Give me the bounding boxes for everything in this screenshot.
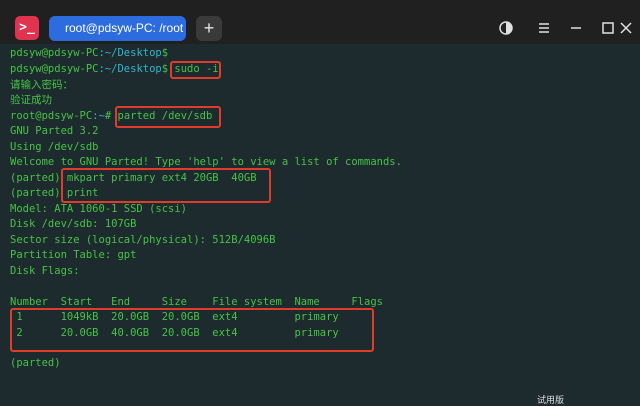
prompt-path: :~ (92, 110, 105, 122)
highlight-box-parted (115, 106, 221, 128)
prompt-suffix: $ (161, 47, 169, 59)
prompt-user: pdsyw@pdsyw-PC (10, 47, 99, 59)
terminal-line: Sector size (logical/physical): 512B/409… (10, 234, 276, 246)
terminal-line: (parted) (10, 357, 61, 369)
prompt-user: root@pdsyw-PC (10, 110, 93, 122)
menu-icon[interactable] (534, 18, 554, 38)
terminal-line: Partition Table: gpt (10, 249, 137, 261)
highlight-box-partitions (10, 308, 374, 352)
highlight-box-mkpart-print (61, 168, 271, 203)
terminal-line: 请输入密码： (10, 79, 73, 91)
terminal-line: Disk Flags: (10, 265, 80, 277)
prompt-user: pdsyw@pdsyw-PC (10, 63, 99, 75)
new-tab-button[interactable]: + (196, 16, 222, 41)
tab-root-terminal[interactable]: root@pdsyw-PC: /root (49, 16, 186, 41)
terminal-line: Using /dev/sdb (10, 141, 99, 153)
terminal-line: Disk /dev/sdb: 107GB (10, 218, 137, 230)
prompt-path: :~/Desktop (98, 47, 162, 59)
theme-toggle-icon[interactable] (496, 18, 516, 38)
terminal-line: 验证成功 (10, 94, 52, 106)
close-button[interactable] (616, 18, 636, 38)
highlight-box-sudo (170, 61, 221, 79)
minimize-button[interactable] (566, 18, 586, 38)
terminal-line: pdsyw@pdsyw-PC:~/Desktop$ (10, 46, 168, 61)
maximize-button[interactable] (598, 18, 618, 38)
watermark-text: 试用版 (537, 395, 565, 405)
terminal-app-icon: >_ (15, 16, 39, 40)
prompt-path: :~/Desktop (98, 63, 162, 75)
title-bar: >_ root@pdsyw-PC: /root + (0, 0, 640, 44)
terminal-line: Model: ATA 1060-1 SSD (scsi) (10, 203, 188, 215)
terminal-line: GNU Parted 3.2 (10, 125, 99, 137)
terminal-output[interactable]: pdsyw@pdsyw-PC:~/Desktop$ pdsyw@pdsyw-PC… (0, 44, 640, 403)
